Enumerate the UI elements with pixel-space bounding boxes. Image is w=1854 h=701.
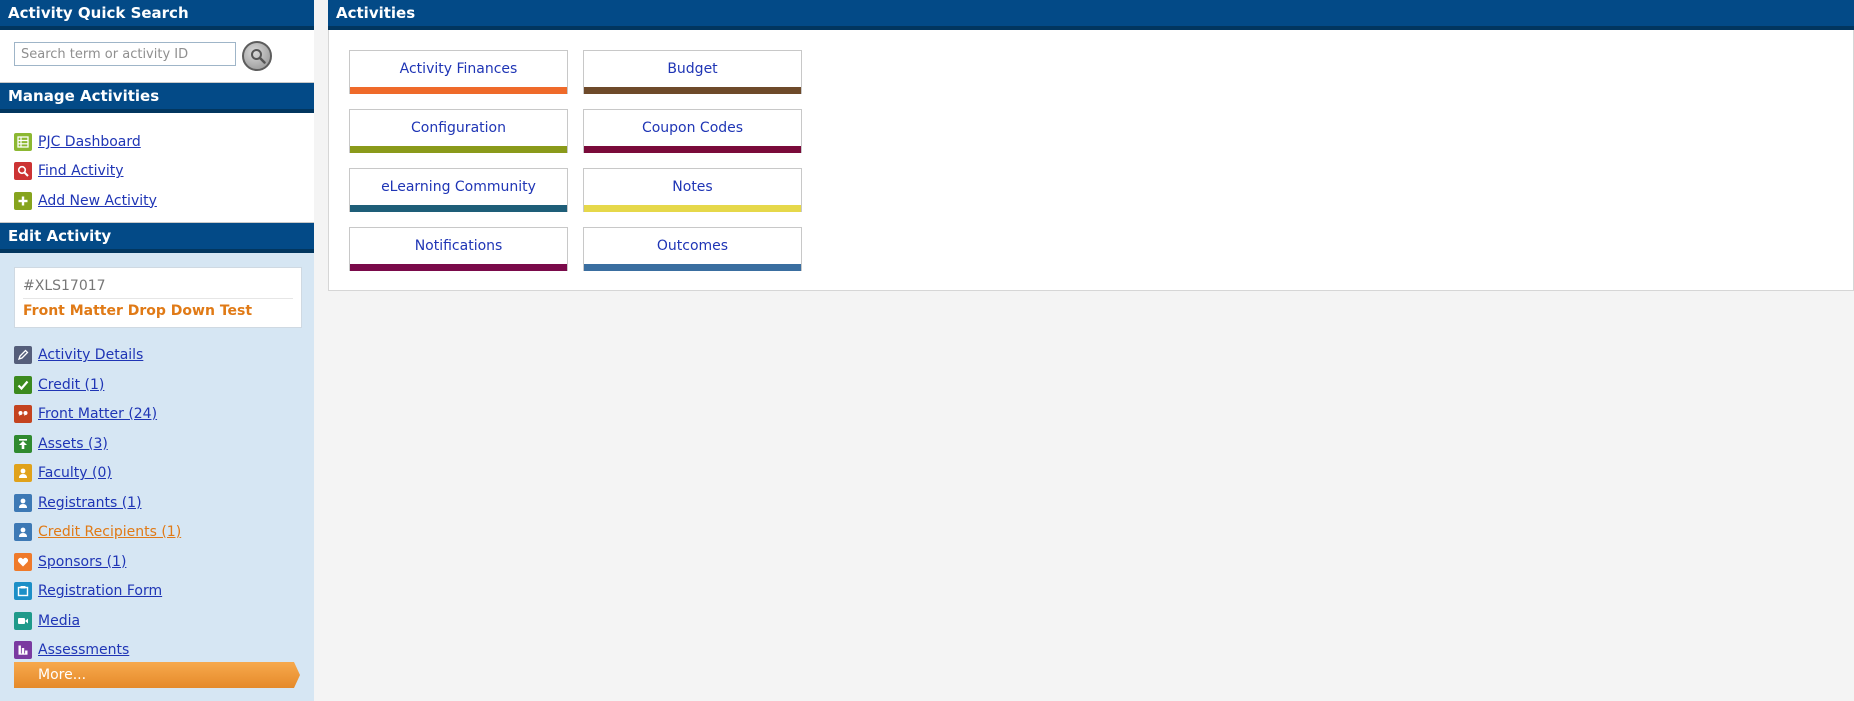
upload-icon	[14, 434, 32, 453]
tile-configuration[interactable]: Configuration	[349, 109, 568, 153]
nav-item-add-new-activity[interactable]: Add New Activity	[0, 186, 314, 216]
edit-item-assets[interactable]: Assets (3)	[0, 429, 314, 459]
chart-icon	[14, 641, 32, 660]
edit-item-assessments[interactable]: Assessments	[0, 636, 314, 666]
tile-elearning-community[interactable]: eLearning Community	[349, 168, 568, 212]
edit-item-registrants[interactable]: Registrants (1)	[0, 488, 314, 518]
edit-activity-list: Activity Details Credit (1) Front Matter…	[0, 341, 314, 666]
magnifier-icon	[14, 162, 32, 181]
registration-form-link[interactable]: Registration Form	[38, 583, 162, 599]
plus-icon	[14, 191, 32, 210]
tile-label: eLearning Community	[381, 179, 536, 195]
registrants-link[interactable]: Registrants (1)	[38, 495, 142, 511]
heart-icon	[14, 552, 32, 571]
nav-item-pjc-dashboard[interactable]: PJC Dashboard	[0, 127, 314, 157]
person-icon	[14, 493, 32, 512]
edit-activity-header: Edit Activity	[0, 222, 314, 253]
manage-activities-header: Manage Activities	[0, 83, 314, 113]
media-link[interactable]: Media	[38, 613, 80, 629]
quick-search-header: Activity Quick Search	[0, 0, 314, 30]
activity-details-link[interactable]: Activity Details	[38, 347, 143, 363]
more-button[interactable]: More...	[14, 662, 300, 688]
tile-label: Activity Finances	[399, 61, 518, 77]
quote-icon	[14, 405, 32, 424]
edit-item-credit-recipients[interactable]: Credit Recipients (1)	[0, 518, 314, 548]
activities-header: Activities	[328, 0, 1854, 30]
edit-item-registration-form[interactable]: Registration Form	[0, 577, 314, 607]
tile-notifications[interactable]: Notifications	[349, 227, 568, 271]
tile-color-bar	[584, 146, 801, 153]
tile-color-bar	[350, 87, 567, 94]
activity-summary-card: #XLS17017 Front Matter Drop Down Test	[14, 266, 302, 328]
sponsors-link[interactable]: Sponsors (1)	[38, 554, 126, 570]
credit-link[interactable]: Credit (1)	[38, 377, 104, 393]
tile-color-bar	[584, 205, 801, 212]
edit-activity-panel: #XLS17017 Front Matter Drop Down Test Ac…	[0, 253, 314, 666]
magnifier-icon	[251, 49, 266, 64]
edit-item-front-matter[interactable]: Front Matter (24)	[0, 400, 314, 430]
table-icon	[14, 132, 32, 151]
tile-label: Notifications	[414, 238, 503, 254]
video-icon	[14, 611, 32, 630]
sidebar: Activity Quick Search Manage Activities …	[0, 0, 314, 701]
tile-label: Coupon Codes	[641, 120, 744, 136]
pencil-icon	[14, 346, 32, 365]
activity-title: Front Matter Drop Down Test	[23, 302, 253, 319]
nav-item-find-activity[interactable]: Find Activity	[0, 157, 314, 187]
person-icon	[14, 464, 32, 483]
pjc-dashboard-link[interactable]: PJC Dashboard	[38, 134, 141, 150]
tile-label: Notes	[672, 179, 713, 195]
tile-color-bar	[584, 87, 801, 94]
assessments-link[interactable]: Assessments	[38, 642, 129, 658]
quick-search-panel	[0, 30, 314, 83]
tile-label: Outcomes	[656, 238, 729, 254]
activities-panel: Activities Activity Finances Budget Conf…	[328, 0, 1854, 291]
edit-item-faculty[interactable]: Faculty (0)	[0, 459, 314, 489]
tile-color-bar	[350, 146, 567, 153]
tile-outcomes[interactable]: Outcomes	[583, 227, 802, 271]
tile-coupon-codes[interactable]: Coupon Codes	[583, 109, 802, 153]
search-button[interactable]	[242, 41, 272, 71]
checkmark-icon	[14, 375, 32, 394]
tile-color-bar	[350, 205, 567, 212]
tile-label: Budget	[667, 61, 718, 77]
edit-item-credit[interactable]: Credit (1)	[0, 370, 314, 400]
front-matter-link[interactable]: Front Matter (24)	[38, 406, 157, 422]
search-input[interactable]	[14, 42, 236, 66]
add-new-activity-link[interactable]: Add New Activity	[38, 193, 157, 209]
tile-notes[interactable]: Notes	[583, 168, 802, 212]
activity-id: #XLS17017	[23, 278, 293, 299]
manage-activities-panel: PJC Dashboard Find Activity Add New Acti…	[0, 113, 314, 223]
activity-tiles-grid: Activity Finances Budget Configuration C…	[349, 50, 802, 271]
form-icon	[14, 582, 32, 601]
edit-item-media[interactable]: Media	[0, 606, 314, 636]
tile-activity-finances[interactable]: Activity Finances	[349, 50, 568, 94]
edit-item-sponsors[interactable]: Sponsors (1)	[0, 547, 314, 577]
person-icon	[14, 523, 32, 542]
tile-label: Configuration	[411, 120, 506, 136]
tile-budget[interactable]: Budget	[583, 50, 802, 94]
find-activity-link[interactable]: Find Activity	[38, 163, 124, 179]
tile-color-bar	[584, 264, 801, 271]
credit-recipients-link[interactable]: Credit Recipients (1)	[38, 524, 181, 540]
edit-item-activity-details[interactable]: Activity Details	[0, 341, 314, 371]
faculty-link[interactable]: Faculty (0)	[38, 465, 112, 481]
tile-color-bar	[350, 264, 567, 271]
assets-link[interactable]: Assets (3)	[38, 436, 108, 452]
